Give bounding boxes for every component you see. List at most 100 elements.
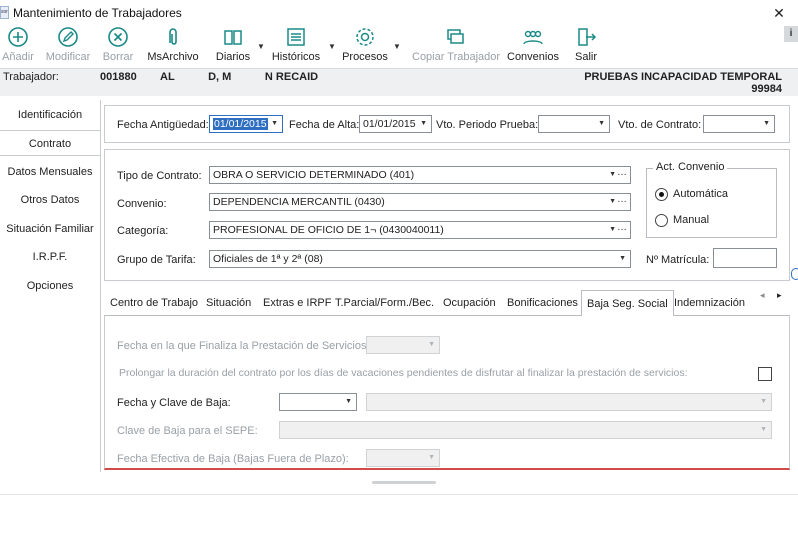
sidebar: Identificación Contrato Datos Mensuales … (0, 100, 100, 300)
copy-worker-button[interactable]: Copiar Trabajador (412, 26, 500, 66)
contract-panel: Tipo de Contrato: OBRA O SERVICIO DETERM… (104, 149, 790, 281)
people-icon (523, 30, 543, 45)
resize-grip[interactable] (372, 481, 436, 484)
chevron-down-icon: ▼ (420, 120, 427, 127)
procesos-button[interactable]: Procesos (342, 26, 388, 66)
procesos-label: Procesos (342, 51, 388, 63)
tab-scroll-left-icon[interactable]: ◂ (760, 290, 765, 301)
matricula-input[interactable] (713, 248, 777, 268)
categoria-select[interactable]: PROFESIONAL DE OFICIO DE 1¬ (0430040011)… (209, 221, 631, 239)
tab-scroll-right-icon[interactable]: ▸ (777, 290, 782, 301)
exit-button[interactable]: Salir (572, 26, 600, 66)
worker-label: Trabajador: (3, 71, 59, 83)
app-icon: sori (0, 6, 9, 19)
diarios-label: Diarios (215, 51, 251, 63)
book-icon (224, 30, 242, 45)
alta-value: 01/01/2015 (363, 118, 416, 130)
tab-indemnizacion[interactable]: Indemnización (674, 290, 745, 316)
tab-centro-trabajo[interactable]: Centro de Trabajo (110, 290, 198, 316)
toolbar: Añadir Modificar Borrar MsArchivo Diario… (0, 26, 798, 68)
info-icon[interactable]: i (784, 26, 798, 42)
chevron-down-icon: ▼ (760, 398, 767, 405)
fecha-efectiva-label: Fecha Efectiva de Baja (Bajas Fuera de P… (117, 453, 349, 465)
worker-name: AL D, M N RECAID (160, 71, 319, 83)
categoria-value: PROFESIONAL DE OFICIO DE 1¬ (0430040011) (213, 224, 444, 236)
tab-ocupacion[interactable]: Ocupación (443, 290, 496, 316)
clave-sepe-label: Clave de Baja para el SEPE: (117, 425, 258, 437)
modify-label: Modificar (45, 51, 91, 63)
chevron-down-icon: ▼ (619, 255, 626, 262)
scroll-handle[interactable] (791, 268, 798, 280)
radio-manual-label: Manual (673, 214, 710, 226)
grupo-tarifa-select[interactable]: Oficiales de 1ª y 2ª (08) ▼ (209, 250, 631, 268)
chevron-down-icon: ▼ (345, 398, 352, 405)
prolongar-checkbox[interactable] (758, 367, 772, 381)
tab-situacion[interactable]: Situación (206, 290, 251, 316)
categoria-label: Categoría: (117, 225, 169, 237)
title-bar: sori Mantenimiento de Trabajadores ✕ (0, 0, 798, 26)
alta-label: Fecha de Alta: (289, 119, 360, 131)
more-dots-icon[interactable]: … (617, 167, 627, 181)
historicos-dropdown-icon[interactable]: ▼ (328, 42, 336, 51)
historicos-label: Históricos (271, 51, 321, 63)
sidebar-item-opciones[interactable]: Opciones (0, 273, 100, 299)
historicos-button[interactable]: Históricos (270, 26, 322, 66)
add-button[interactable]: Añadir (2, 26, 34, 66)
antiguedad-value: 01/01/2015 (213, 118, 268, 130)
msarchivo-button[interactable]: MsArchivo (146, 26, 200, 66)
add-circle-icon (8, 27, 28, 47)
diarios-dropdown-icon[interactable]: ▼ (257, 42, 265, 51)
tipo-contrato-label: Tipo de Contrato: (117, 170, 202, 182)
dates-panel: Fecha Antigüedad: 01/01/2015 ▼ Fecha de A… (104, 105, 790, 143)
chevron-down-icon: ▼ (271, 120, 278, 127)
grupo-tarifa-label: Grupo de Tarifa: (117, 254, 196, 266)
sidebar-item-datos-mensuales[interactable]: Datos Mensuales (0, 159, 100, 185)
convenio-value: DEPENDENCIA MERCANTIL (0430) (213, 196, 385, 208)
fecha-baja-date-field[interactable]: ▼ (279, 393, 357, 411)
clave-sepe-select[interactable]: ▼ (279, 421, 772, 439)
chevron-down-icon: ▼ (763, 120, 770, 127)
convenio-label: Convenio: (117, 198, 167, 210)
chevron-down-icon: ▼ (428, 454, 435, 461)
fecha-clave-baja-label: Fecha y Clave de Baja: (117, 397, 231, 409)
fin-prestacion-label: Fecha en la que Finaliza la Prestación d… (117, 340, 370, 352)
company-code: 99984 (751, 83, 782, 95)
diarios-button[interactable]: Diarios (214, 26, 252, 66)
radio-manual[interactable] (655, 214, 668, 227)
tipo-contrato-value: OBRA O SERVICIO DETERMINADO (401) (213, 169, 415, 181)
sidebar-item-situacion-familiar[interactable]: Situación Familiar (0, 216, 100, 242)
convenios-button[interactable]: Convenios (506, 26, 560, 66)
worker-code: 001880 (100, 71, 137, 83)
clave-baja-select[interactable]: ▼ (366, 393, 772, 411)
sidebar-item-contrato[interactable]: Contrato (0, 130, 100, 156)
delete-button[interactable]: Borrar (100, 26, 136, 66)
worker-header: Trabajador: 001880 AL D, M N RECAID PRUE… (0, 68, 798, 96)
sidebar-item-identificacion[interactable]: Identificación (0, 102, 100, 128)
add-label: Añadir (2, 51, 34, 63)
fecha-efectiva-date-field[interactable]: ▼ (366, 449, 440, 467)
tab-tparcial[interactable]: T.Parcial/Form./Bec. (335, 290, 434, 316)
sidebar-item-irpf[interactable]: I.R.P.F. (0, 244, 100, 270)
alta-date-field[interactable]: 01/01/2015 ▼ (359, 115, 432, 133)
antiguedad-label: Fecha Antigüedad: (117, 119, 209, 131)
antiguedad-date-field[interactable]: 01/01/2015 ▼ (209, 115, 283, 133)
chevron-down-icon: ▼ (609, 171, 616, 178)
sidebar-item-otros-datos[interactable]: Otros Datos (0, 187, 100, 213)
tab-extras-irpf[interactable]: Extras e IRPF (263, 290, 331, 316)
fin-prestacion-date-field[interactable]: ▼ (366, 336, 440, 354)
modify-button[interactable]: Modificar (44, 26, 92, 66)
vto-contrato-label: Vto. de Contrato: (618, 119, 702, 131)
chevron-down-icon: ▼ (598, 120, 605, 127)
close-button[interactable]: ✕ (772, 4, 786, 22)
convenio-select[interactable]: DEPENDENCIA MERCANTIL (0430) ▼… (209, 193, 631, 211)
more-dots-icon[interactable]: … (617, 222, 627, 236)
radio-automatica[interactable] (655, 188, 668, 201)
tipo-contrato-select[interactable]: OBRA O SERVICIO DETERMINADO (401) ▼… (209, 166, 631, 184)
procesos-dropdown-icon[interactable]: ▼ (393, 42, 401, 51)
vto-prueba-date-field[interactable]: ▼ (538, 115, 610, 133)
more-dots-icon[interactable]: … (617, 194, 627, 208)
vto-contrato-date-field[interactable]: ▼ (703, 115, 775, 133)
chevron-down-icon: ▼ (609, 198, 616, 205)
tab-bonificaciones[interactable]: Bonificaciones (507, 290, 578, 316)
tab-baja-seg-social[interactable]: Baja Seg. Social (581, 290, 674, 316)
